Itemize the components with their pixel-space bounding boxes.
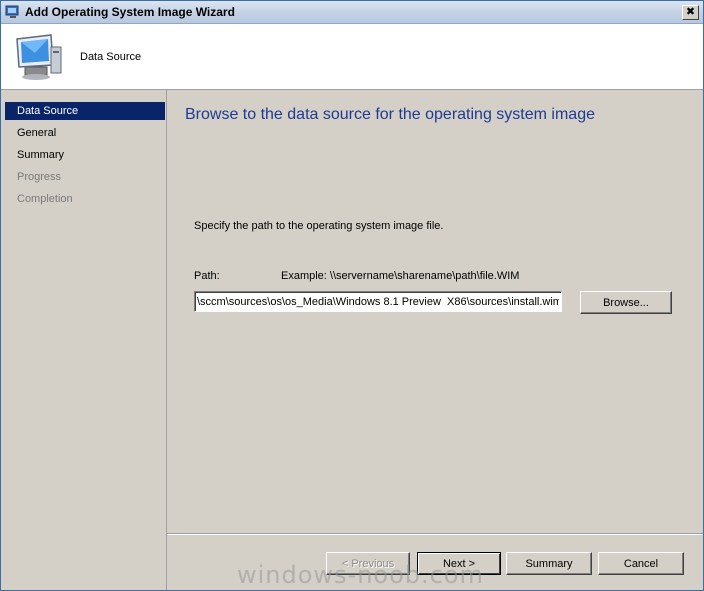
nav-item-label: General <box>17 127 57 139</box>
page-heading: Browse to the data source for the operat… <box>185 106 595 123</box>
browse-button[interactable]: Browse... <box>580 291 672 314</box>
wizard-app-icon <box>5 5 19 18</box>
summary-button[interactable]: Summary <box>506 552 592 575</box>
close-icon: ✖ <box>685 6 696 18</box>
header-band: Data Source <box>1 24 703 90</box>
previous-button[interactable]: < Previous <box>326 552 410 575</box>
nav-item-label: Data Source <box>17 105 79 117</box>
nav-item-label: Progress <box>17 171 62 183</box>
nav-item-data-source[interactable]: Data Source <box>5 102 165 120</box>
title-bar[interactable]: Add Operating System Image Wizard ✖ <box>1 1 703 24</box>
nav-item-label: Summary <box>17 149 65 161</box>
nav-item-label: Completion <box>17 193 73 205</box>
instruction-text: Specify the path to the operating system… <box>194 220 444 232</box>
next-button[interactable]: Next > <box>417 552 501 575</box>
window-title: Add Operating System Image Wizard <box>25 5 235 19</box>
header-title: Data Source <box>80 51 142 63</box>
wizard-step-list: Data Source General Summary Progress Com… <box>1 90 167 590</box>
close-button[interactable]: ✖ <box>682 5 699 20</box>
nav-item-completion: Completion <box>5 190 165 208</box>
path-label: Path: <box>194 270 220 282</box>
nav-item-general[interactable]: General <box>5 124 165 142</box>
footer-separator <box>167 533 703 535</box>
nav-item-summary[interactable]: Summary <box>5 146 165 164</box>
wizard-window: Add Operating System Image Wizard ✖ Data… <box>0 0 704 591</box>
cancel-button[interactable]: Cancel <box>598 552 684 575</box>
path-example: Example: \\servername\sharename\path\fil… <box>281 270 520 282</box>
wizard-page-content: Browse to the data source for the operat… <box>167 90 703 533</box>
path-input[interactable] <box>194 291 562 312</box>
nav-item-progress: Progress <box>5 168 165 186</box>
computer-monitor-icon <box>16 34 62 80</box>
